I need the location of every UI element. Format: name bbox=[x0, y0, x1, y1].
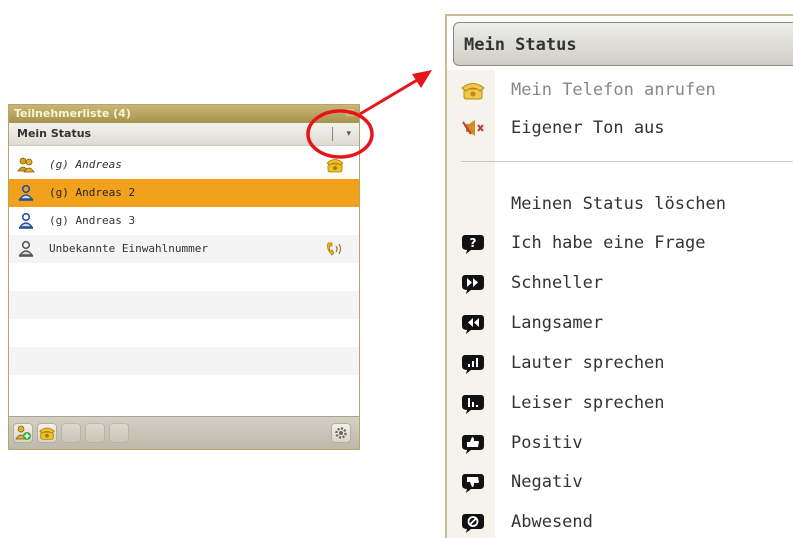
thumbs-up-icon bbox=[462, 435, 484, 454]
settings-button[interactable] bbox=[331, 423, 351, 443]
user-icon bbox=[18, 212, 34, 229]
panel-title: Teilnehmerliste (4) bbox=[14, 107, 131, 120]
phone-icon[interactable] bbox=[325, 156, 345, 174]
menu-item-label: Negativ bbox=[511, 472, 583, 492]
disabled-button bbox=[85, 423, 105, 443]
participant-row[interactable]: (g) Andreas 3 bbox=[9, 207, 359, 235]
status-menu: Mein Status Mein Telefon anrufen Eigener… bbox=[445, 14, 793, 538]
empty-row bbox=[9, 375, 359, 403]
menu-item-label: Mein Telefon anrufen bbox=[511, 80, 716, 100]
panel-title-bar: Teilnehmerliste (4) — □ bbox=[9, 105, 359, 123]
menu-item-label: Langsamer bbox=[511, 313, 604, 333]
question-icon: ? bbox=[462, 235, 484, 254]
disabled-button bbox=[61, 423, 81, 443]
participant-row[interactable]: (g) Andreas bbox=[9, 151, 359, 179]
phone-icon bbox=[39, 427, 55, 440]
participant-panel: Teilnehmerliste (4) — □ Mein Status ▾ (g… bbox=[8, 104, 360, 450]
user-icon bbox=[18, 184, 34, 201]
menu-item-label: Schneller bbox=[511, 273, 604, 293]
participant-row[interactable]: (g) Andreas 2 bbox=[9, 179, 359, 207]
thumbs-down-icon bbox=[462, 474, 484, 493]
participant-list: (g) Andreas (g) Andreas 2 (g) Andreas 3 bbox=[9, 151, 359, 417]
maximize-icon[interactable]: □ bbox=[345, 108, 355, 118]
participant-name: (g) Andreas 2 bbox=[49, 186, 136, 199]
speaker-mute-icon bbox=[462, 120, 484, 136]
menu-item-label: Lauter sprechen bbox=[511, 353, 665, 373]
user-icon bbox=[18, 240, 34, 257]
moderator-icon bbox=[17, 157, 35, 173]
empty-row bbox=[9, 291, 359, 319]
empty-row bbox=[9, 263, 359, 291]
pointer-arrow bbox=[359, 74, 425, 116]
empty-row bbox=[9, 347, 359, 375]
telephone-icon bbox=[461, 83, 485, 100]
fast-forward-icon bbox=[462, 275, 484, 294]
add-user-button[interactable] bbox=[13, 423, 33, 443]
menu-item-label: Leiser sprechen bbox=[511, 393, 665, 413]
my-status-label: Mein Status bbox=[17, 127, 92, 140]
rewind-icon bbox=[462, 315, 484, 334]
volume-down-icon bbox=[462, 395, 484, 414]
minimize-icon[interactable]: — bbox=[333, 108, 343, 118]
menu-header-label: Mein Status bbox=[464, 35, 577, 55]
menu-item-label: Positiv bbox=[511, 433, 583, 453]
away-icon bbox=[462, 514, 484, 533]
participant-row[interactable]: Unbekannte Einwahlnummer bbox=[9, 235, 359, 263]
empty-row bbox=[9, 319, 359, 347]
phone-ringing-icon[interactable] bbox=[325, 240, 345, 258]
participant-name: (g) Andreas 3 bbox=[49, 214, 136, 227]
add-user-icon bbox=[15, 425, 31, 440]
participant-name: (g) Andreas bbox=[49, 158, 122, 171]
phone-button[interactable] bbox=[37, 423, 57, 443]
disabled-button bbox=[109, 423, 129, 443]
participant-name: Unbekannte Einwahlnummer bbox=[49, 242, 208, 255]
my-status-bar[interactable]: Mein Status ▾ bbox=[9, 123, 359, 146]
menu-header[interactable]: Mein Status bbox=[453, 22, 793, 66]
menu-item-label: Meinen Status löschen bbox=[511, 194, 726, 214]
svg-text:?: ? bbox=[470, 236, 477, 250]
status-separator bbox=[332, 127, 333, 141]
menu-separator bbox=[461, 161, 793, 162]
menu-item-label: Abwesend bbox=[511, 512, 593, 532]
menu-icon-strip bbox=[447, 70, 495, 538]
settings-icon bbox=[335, 427, 347, 439]
panel-toolbar bbox=[9, 416, 359, 449]
status-dropdown-icon[interactable]: ▾ bbox=[346, 123, 351, 145]
menu-item-label: Ich habe eine Frage bbox=[511, 233, 706, 253]
arrow-head bbox=[412, 70, 432, 88]
volume-up-icon bbox=[462, 355, 484, 374]
menu-item-label: Eigener Ton aus bbox=[511, 118, 665, 138]
